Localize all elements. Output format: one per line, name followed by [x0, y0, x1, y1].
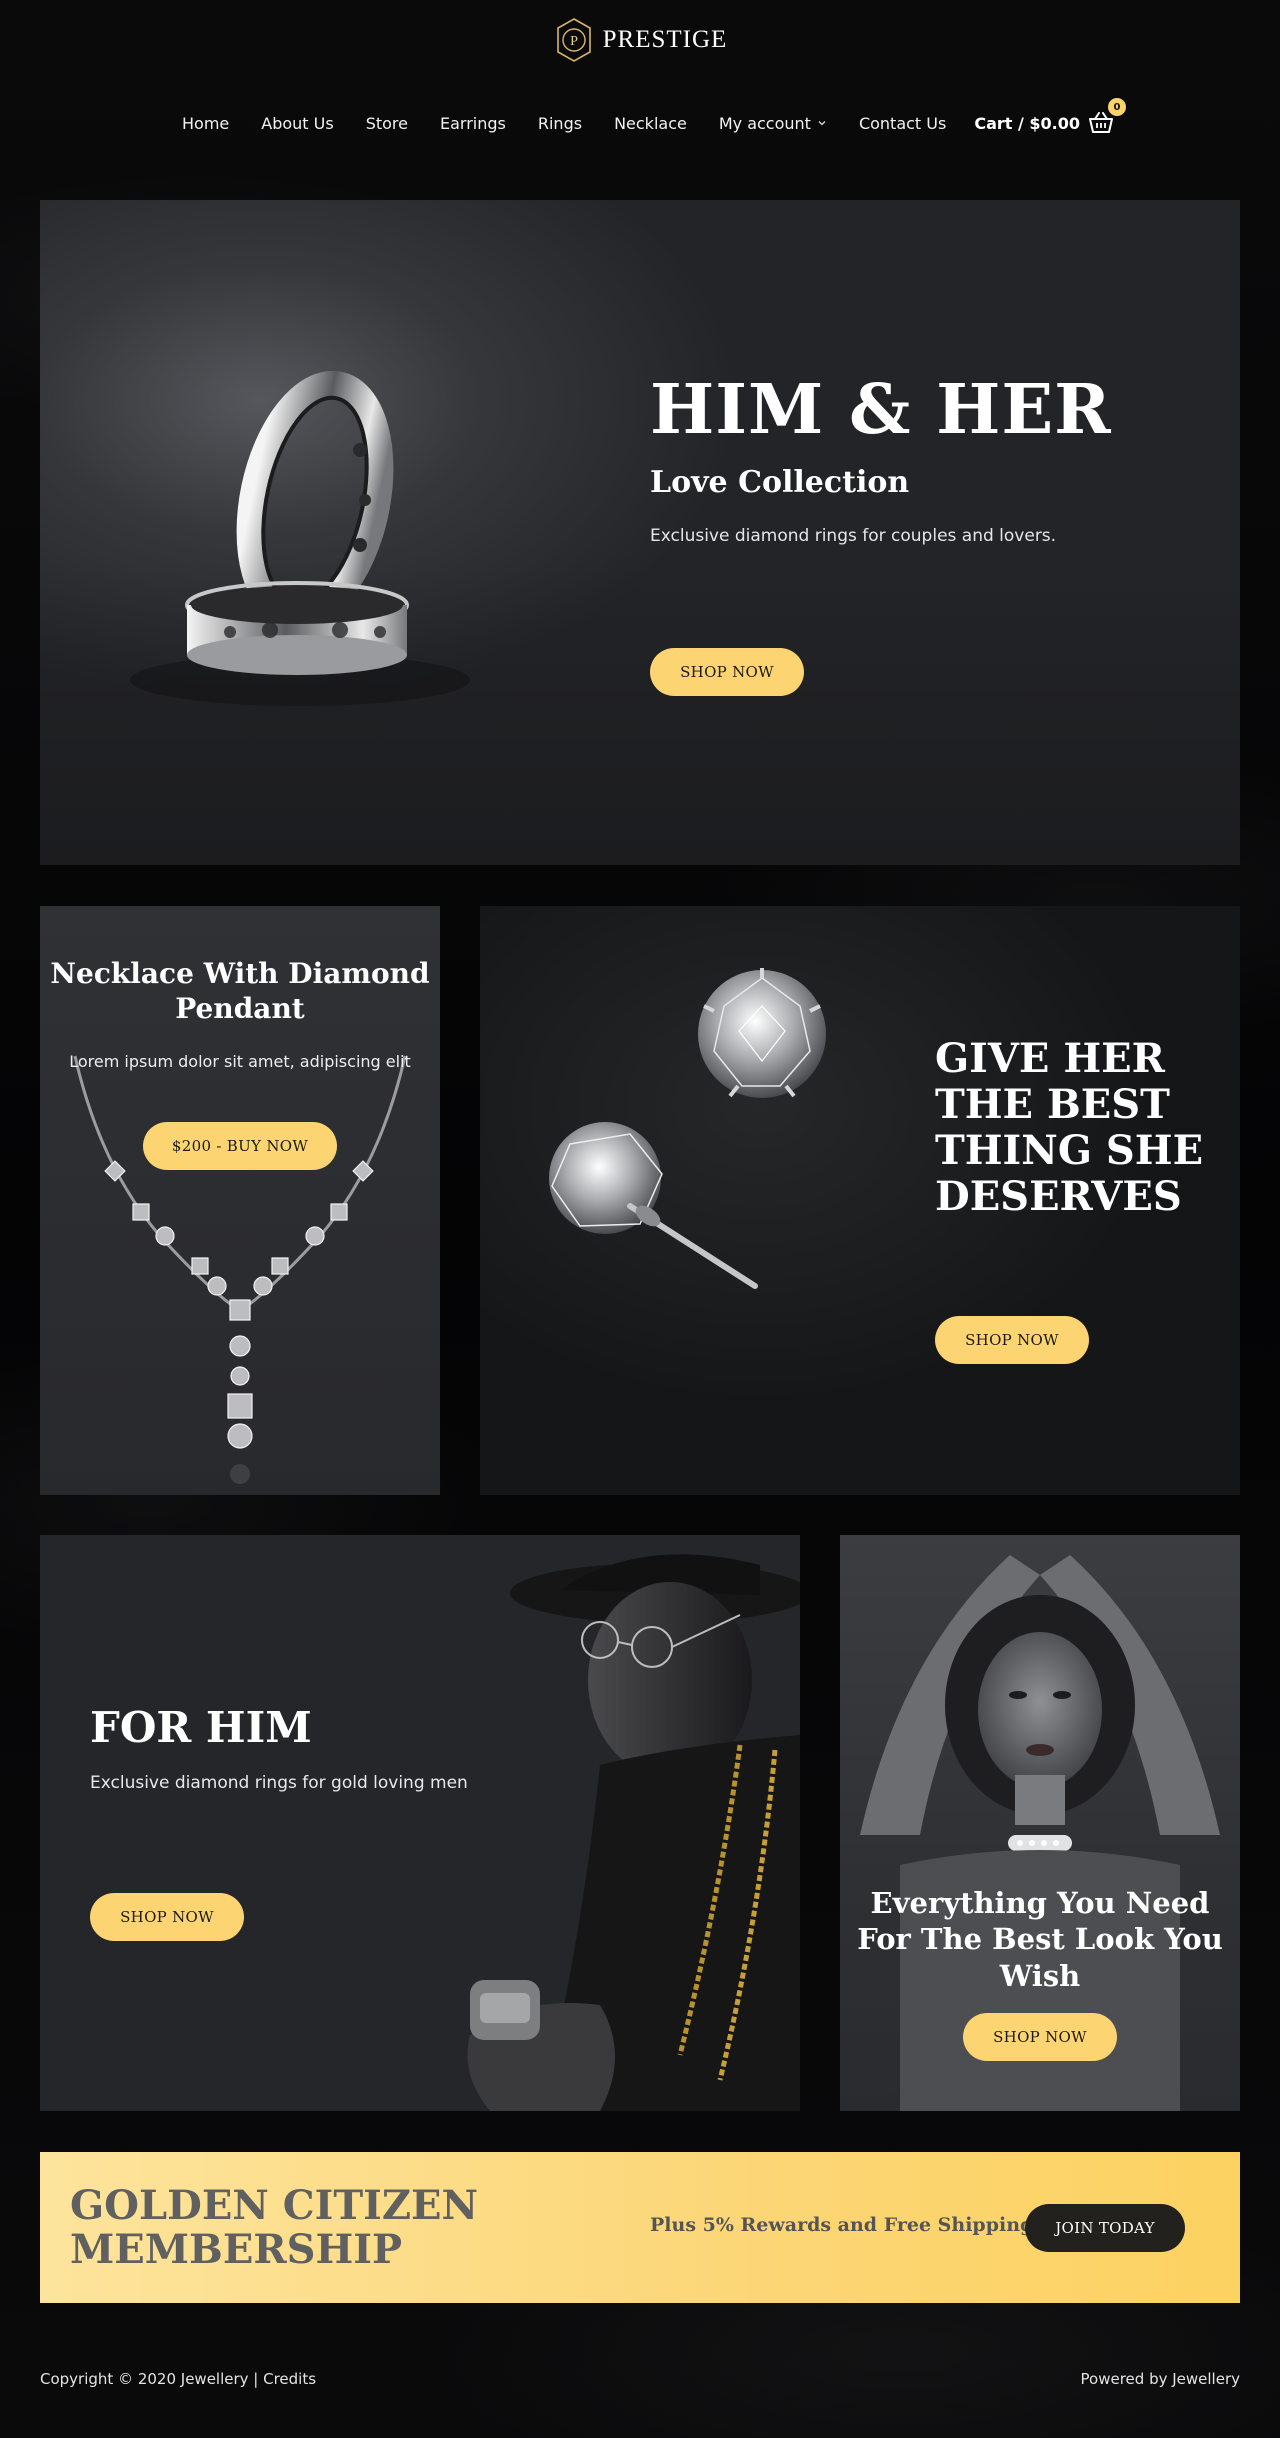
logo-emblem-icon: P [556, 18, 591, 62]
membership-title: GOLDEN CITIZEN MEMBERSHIP [70, 2182, 479, 2273]
necklace-title: Necklace With Diamond Pendant [50, 957, 430, 1025]
hero-text: Exclusive diamond rings for couples and … [650, 526, 1057, 546]
hero-shop-now-button[interactable]: SHOP NOW [650, 648, 804, 696]
hero-banner: HIM & HER Love Collection Exclusive diam… [40, 200, 1240, 865]
chevron-down-icon [818, 121, 826, 126]
for-him-shop-now-button[interactable]: SHOP NOW [90, 1893, 244, 1941]
nav-home[interactable]: Home [182, 114, 229, 133]
nav-contact-us[interactable]: Contact Us [859, 114, 946, 133]
earrings-title: GIVE HER THE BEST THING SHE DESERVES [935, 1035, 1204, 1220]
nav-earrings[interactable]: Earrings [440, 114, 506, 133]
nav-rings[interactable]: Rings [538, 114, 582, 133]
join-today-button[interactable]: JOIN TODAY [1025, 2204, 1185, 2252]
footer-copyright: Copyright © 2020 Jewellery | Credits [40, 2370, 317, 2388]
rings-image [130, 370, 470, 706]
hero-subtitle: Love Collection [650, 465, 910, 500]
footer-powered-by: Powered by Jewellery [1080, 2370, 1240, 2388]
basket-icon [1089, 112, 1113, 133]
earrings-shop-now-button[interactable]: SHOP NOW [935, 1316, 1089, 1364]
site-logo[interactable]: P PRESTIGE [0, 16, 1280, 64]
for-him-text: Exclusive diamond rings for gold loving … [90, 1773, 468, 1793]
main-nav: Home About Us Store Earrings Rings Neckl… [0, 98, 1280, 134]
necklace-text: Lorem ipsum dolor sit amet, adipiscing e… [69, 1052, 411, 1071]
logo-letter: P [570, 34, 578, 49]
for-her-title: Everything You Need For The Best Look Yo… [857, 1886, 1223, 1993]
cart-link[interactable]: Cart / $0.00 0 [974, 98, 1126, 134]
cart-total: Cart / $0.00 [974, 113, 1080, 133]
nav-about-us[interactable]: About Us [261, 114, 333, 133]
for-her-card: Everything You Need For The Best Look Yo… [840, 1535, 1240, 2111]
man-with-chains-image [467, 1554, 800, 2111]
for-him-card: FOR HIM Exclusive diamond rings for gold… [40, 1535, 800, 2111]
nav-my-account[interactable]: My account [719, 114, 827, 133]
earrings-card: GIVE HER THE BEST THING SHE DESERVES SHO… [480, 906, 1240, 1495]
for-her-shop-now-button[interactable]: SHOP NOW [963, 2013, 1117, 2061]
hero-title: HIM & HER [650, 370, 1112, 450]
nav-my-account-label: My account [718, 113, 811, 133]
necklace-card: Necklace With Diamond Pendant Lorem ipsu… [40, 906, 440, 1495]
cart-count-badge: 0 [1108, 98, 1126, 116]
for-him-title: FOR HIM [90, 1703, 312, 1752]
necklace-buy-now-button[interactable]: $200 - BUY NOW [143, 1122, 337, 1170]
membership-perk: Plus 5% Rewards and Free Shipping [650, 2214, 1034, 2236]
nav-necklace[interactable]: Necklace [614, 114, 687, 133]
nav-store[interactable]: Store [366, 114, 408, 133]
membership-banner: GOLDEN CITIZEN MEMBERSHIP Plus 5% Reward… [40, 2152, 1240, 2303]
brand-name: PRESTIGE [602, 26, 728, 53]
